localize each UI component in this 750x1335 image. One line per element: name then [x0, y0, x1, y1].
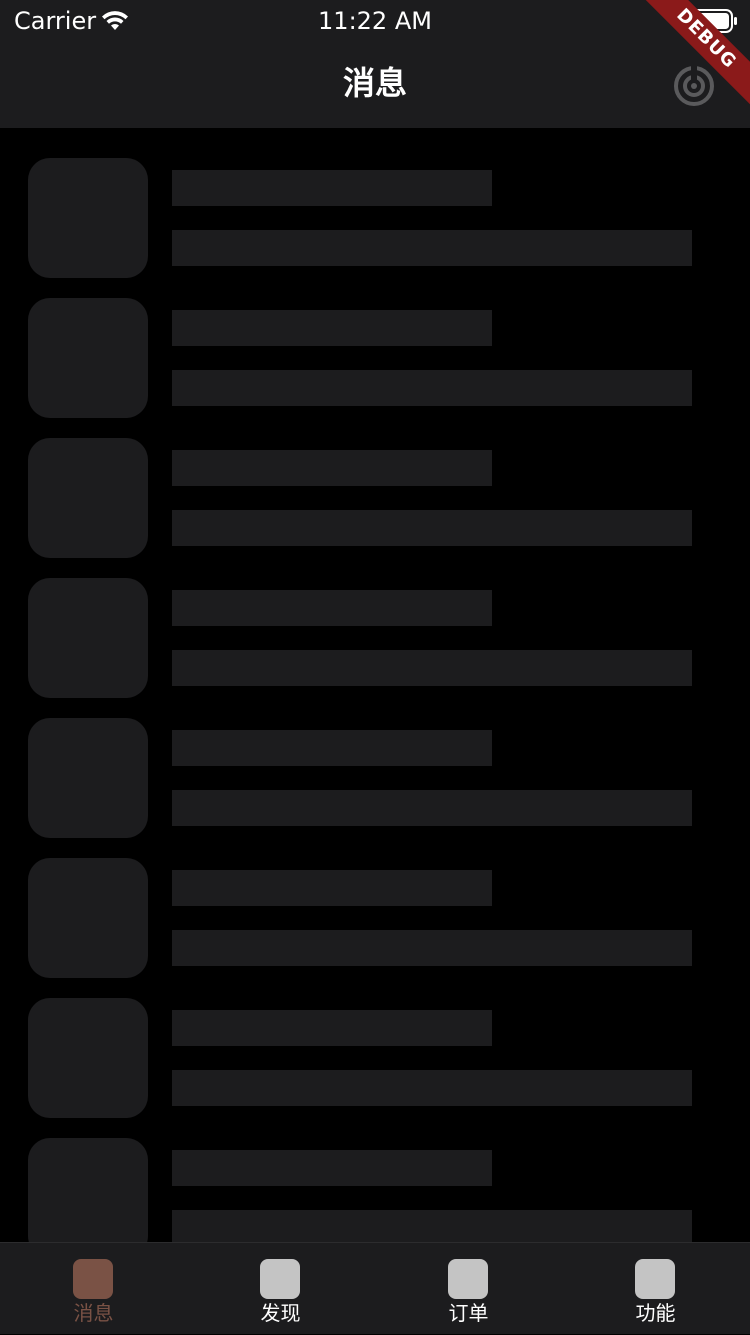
avatar-placeholder — [28, 718, 148, 838]
title-placeholder — [172, 590, 492, 626]
subtitle-placeholder — [172, 790, 692, 826]
list-item[interactable] — [0, 268, 750, 418]
subtitle-placeholder — [172, 650, 692, 686]
status-bar: Carrier 11:22 AM — [0, 0, 750, 40]
avatar-placeholder — [28, 578, 148, 698]
tab-discover[interactable]: 发现 — [187, 1243, 374, 1335]
title-placeholder — [172, 1010, 492, 1046]
tab-features-label: 功能 — [635, 1301, 676, 1325]
tab-messages[interactable]: 消息 — [0, 1243, 187, 1335]
avatar-placeholder — [28, 998, 148, 1118]
list-item[interactable] — [0, 548, 750, 698]
avatar-placeholder — [28, 298, 148, 418]
avatar-placeholder — [28, 858, 148, 978]
page-title: 消息 — [342, 64, 407, 102]
list-item[interactable] — [0, 1108, 750, 1242]
tab-discover-icon — [260, 1259, 300, 1299]
navigation-bar: 消息 — [0, 40, 750, 128]
title-placeholder — [172, 730, 492, 766]
tab-discover-label: 发现 — [260, 1301, 301, 1325]
subtitle-placeholder — [172, 930, 692, 966]
tab-orders-label: 订单 — [448, 1301, 489, 1325]
radar-icon[interactable] — [672, 64, 716, 108]
list-item[interactable] — [0, 828, 750, 978]
tab-messages-label: 消息 — [73, 1301, 114, 1325]
list-item[interactable] — [0, 408, 750, 558]
list-item[interactable] — [0, 968, 750, 1118]
tab-features-icon — [635, 1259, 675, 1299]
subtitle-placeholder — [172, 230, 692, 266]
avatar-placeholder — [28, 438, 148, 558]
list-item[interactable] — [0, 688, 750, 838]
avatar-placeholder — [28, 1138, 148, 1242]
avatar-placeholder — [28, 158, 148, 278]
tab-orders-icon — [448, 1259, 488, 1299]
title-placeholder — [172, 450, 492, 486]
title-placeholder — [172, 170, 492, 206]
tab-messages-icon — [73, 1259, 113, 1299]
subtitle-placeholder — [172, 370, 692, 406]
subtitle-placeholder — [172, 1210, 692, 1242]
tab-orders[interactable]: 订单 — [375, 1243, 562, 1335]
tab-features[interactable]: 功能 — [562, 1243, 749, 1335]
list-item[interactable] — [0, 128, 750, 278]
title-placeholder — [172, 310, 492, 346]
title-placeholder — [172, 870, 492, 906]
message-list[interactable] — [0, 128, 750, 1242]
subtitle-placeholder — [172, 510, 692, 546]
status-time: 11:22 AM — [318, 7, 432, 35]
tab-bar: 消息 发现 订单 功能 — [0, 1242, 750, 1334]
subtitle-placeholder — [172, 1070, 692, 1106]
title-placeholder — [172, 1150, 492, 1186]
